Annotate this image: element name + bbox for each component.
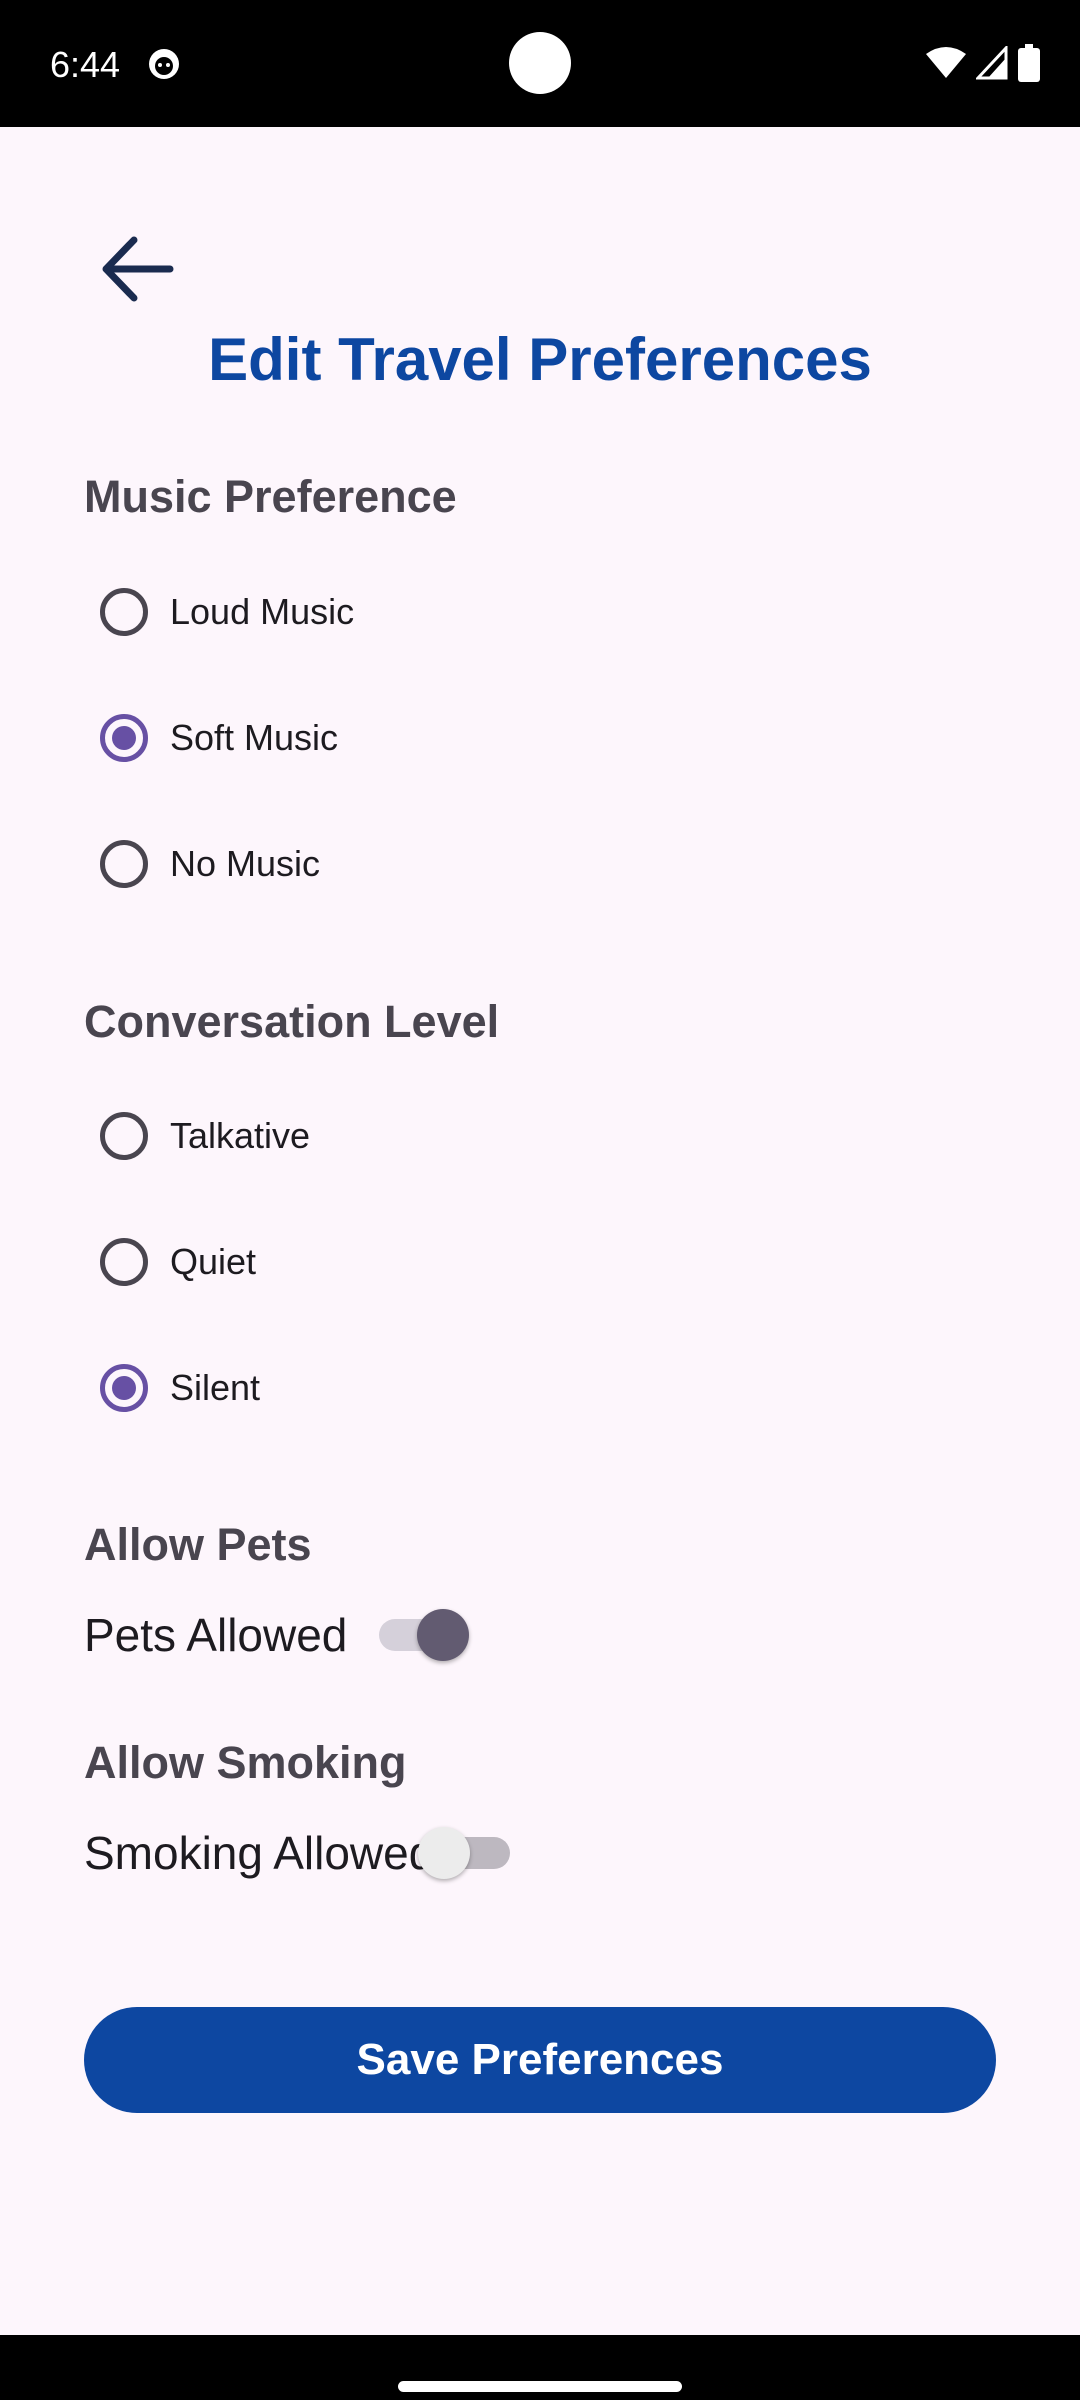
- status-bar: 6:44: [0, 0, 1080, 127]
- radio-loud-music[interactable]: Loud Music: [84, 557, 684, 667]
- radio-button[interactable]: [100, 588, 148, 636]
- radio-silent[interactable]: Silent: [84, 1333, 684, 1443]
- music-preference-title: Music Preference: [84, 471, 457, 522]
- radio-selected-dot: [112, 1376, 136, 1400]
- radio-quiet[interactable]: Quiet: [84, 1207, 684, 1317]
- conversation-level-title: Conversation Level: [84, 996, 500, 1047]
- allow-pets-title: Allow Pets: [84, 1519, 312, 1570]
- smoking-allowed-switch[interactable]: [418, 1827, 511, 1879]
- save-preferences-button[interactable]: Save Preferences: [84, 2007, 996, 2113]
- radio-label: Loud Music: [170, 591, 355, 632]
- app-notification-icon: [149, 49, 179, 79]
- pets-allowed-row: Pets Allowed: [84, 1595, 470, 1675]
- status-time: 6:44: [50, 44, 121, 85]
- pets-allowed-label: Pets Allowed: [84, 1609, 348, 1661]
- back-button[interactable]: [86, 219, 186, 319]
- arrow-back-icon: [102, 236, 174, 302]
- radio-label: Silent: [170, 1367, 261, 1408]
- radio-button[interactable]: [100, 840, 148, 888]
- radio-selected-dot: [112, 726, 136, 750]
- smoking-allowed-label: Smoking Allowed: [84, 1827, 435, 1879]
- radio-talkative[interactable]: Talkative: [84, 1081, 684, 1191]
- wifi-icon: [926, 47, 966, 78]
- pets-allowed-switch[interactable]: [379, 1609, 470, 1661]
- radio-button-selected[interactable]: [100, 1364, 148, 1412]
- switch-thumb: [418, 1827, 471, 1879]
- radio-label: Quiet: [170, 1241, 257, 1282]
- edit-preferences-screen: Edit Travel Preferences Music Preference…: [0, 127, 1080, 2335]
- radio-label: Soft Music: [170, 717, 339, 758]
- cellular-signal-icon: [976, 46, 1008, 80]
- allow-smoking-title: Allow Smoking: [84, 1737, 407, 1788]
- smoking-allowed-row: Smoking Allowed: [84, 1813, 511, 1893]
- camera-cutout: [509, 32, 571, 94]
- radio-label: Talkative: [170, 1115, 311, 1156]
- radio-no-music[interactable]: No Music: [84, 809, 684, 919]
- radio-button[interactable]: [100, 1238, 148, 1286]
- radio-soft-music[interactable]: Soft Music: [84, 683, 684, 793]
- home-indicator[interactable]: [398, 2381, 682, 2392]
- switch-thumb: [417, 1609, 470, 1661]
- page-title: Edit Travel Preferences: [208, 326, 872, 393]
- radio-label: No Music: [170, 843, 321, 884]
- radio-button-selected[interactable]: [100, 714, 148, 762]
- battery-icon: [1018, 44, 1040, 82]
- radio-button[interactable]: [100, 1112, 148, 1160]
